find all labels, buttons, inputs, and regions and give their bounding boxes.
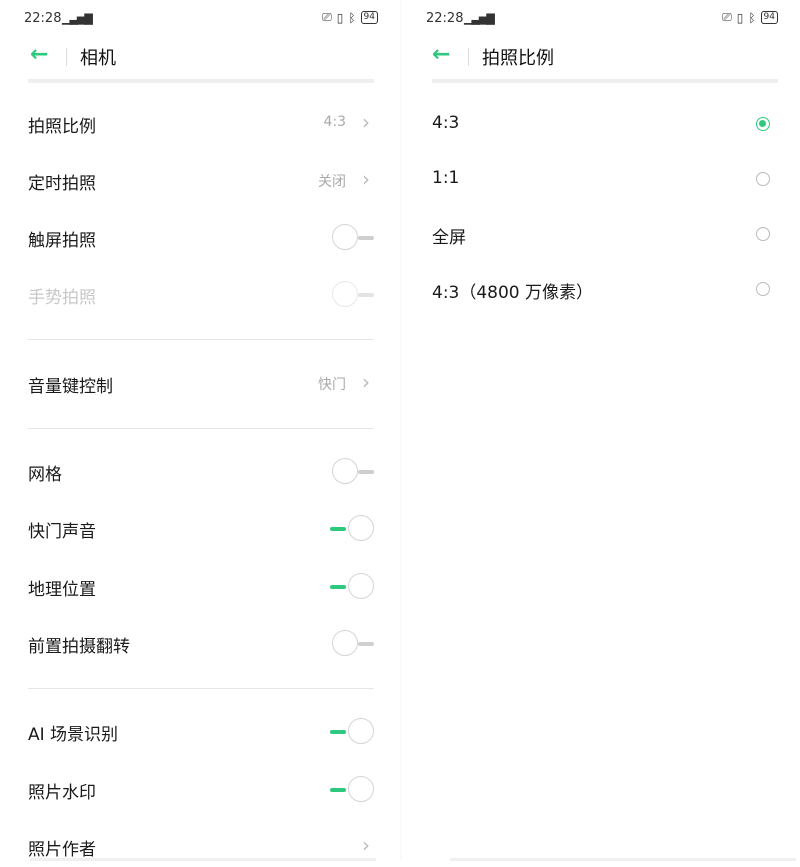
row-volume-key[interactable]: 音量键控制 快门 › (28, 364, 374, 404)
row-label: 触屏拍照 (28, 231, 96, 251)
radio-unselected[interactable] (756, 227, 770, 241)
row-front-mirror: 前置拍摄翻转 (28, 624, 374, 664)
option-label: 全屏 (432, 228, 466, 248)
row-label: 手势拍照 (28, 288, 96, 308)
location-toggle[interactable] (330, 573, 374, 601)
back-arrow-icon[interactable]: ← (432, 42, 450, 67)
page-title: 拍照比例 (482, 48, 554, 69)
row-author[interactable]: 照片作者 › (28, 827, 374, 867)
status-icons: ⎚ ▯ ᛒ 94 (322, 10, 378, 25)
section-divider (28, 339, 374, 340)
vibrate-icon: ▯ (736, 10, 744, 25)
row-timer[interactable]: 定时拍照 关闭 › (28, 161, 374, 201)
header-divider (66, 48, 67, 66)
row-label: 网格 (28, 465, 62, 485)
row-gesture-shoot: 手势拍照 (28, 275, 374, 315)
row-label: 照片水印 (28, 783, 96, 803)
front-mirror-toggle[interactable] (330, 630, 374, 658)
row-value: 4:3 (323, 114, 346, 130)
option-fullscreen[interactable]: 全屏 (432, 215, 778, 255)
row-label: 拍照比例 (28, 117, 96, 137)
status-time: 22:28 (24, 11, 62, 26)
status-time: 22:28 (426, 11, 464, 26)
row-photo-ratio[interactable]: 拍照比例 4:3 › (28, 104, 374, 144)
vibrate-icon: ▯ (336, 10, 344, 25)
cast-icon: ⎚ (322, 10, 332, 24)
option-label: 1:1 (432, 168, 460, 188)
status-bar: 22:28 ▁▃▅▇ ⎚ ▯ ᛒ 94 (0, 10, 400, 30)
row-shutter-sound: 快门声音 (28, 509, 374, 549)
section-divider (28, 688, 374, 689)
row-value: 快门 (318, 377, 346, 393)
section-divider (28, 428, 374, 429)
option-4-3[interactable]: 4:3 (432, 105, 778, 145)
row-label: 音量键控制 (28, 377, 113, 397)
battery-icon: 94 (360, 11, 378, 24)
chevron-right-icon: › (362, 167, 370, 191)
row-label: AI 场景识别 (28, 725, 119, 745)
grid-toggle[interactable] (330, 458, 374, 486)
signal-icon: ▁▃▅▇ (62, 12, 93, 25)
row-location: 地理位置 (28, 567, 374, 607)
option-label: 4:3 (432, 113, 460, 133)
row-label: 定时拍照 (28, 174, 96, 194)
row-ai-scene: AI 场景识别 (28, 712, 374, 752)
row-value: 关闭 (318, 174, 346, 190)
header-divider (468, 48, 469, 66)
status-bar: 22:28 ▁▃▅▇ ⎚ ▯ ᛒ 94 (402, 10, 800, 30)
row-touch-shoot: 触屏拍照 (28, 218, 374, 258)
row-label: 地理位置 (28, 580, 96, 600)
touch-shoot-toggle[interactable] (330, 224, 374, 252)
header-underline (432, 79, 778, 83)
ai-scene-toggle[interactable] (330, 718, 374, 746)
header: ← 相机 (0, 40, 400, 74)
option-4-3-48mp[interactable]: 4:3（4800 万像素） (432, 270, 778, 310)
chevron-right-icon: › (362, 370, 370, 394)
chevron-right-icon: › (362, 833, 370, 857)
status-icons: ⎚ ▯ ᛒ 94 (722, 10, 778, 25)
row-label: 照片作者 (28, 840, 96, 860)
option-1-1[interactable]: 1:1 (432, 160, 778, 200)
photo-ratio-panel: 22:28 ▁▃▅▇ ⎚ ▯ ᛒ 94 ← 拍照比例 4:3 1:1 全屏 4:… (402, 0, 800, 861)
gesture-shoot-toggle (330, 281, 374, 309)
row-watermark: 照片水印 (28, 770, 374, 810)
row-label: 前置拍摄翻转 (28, 637, 130, 657)
radio-unselected[interactable] (756, 282, 770, 296)
back-arrow-icon[interactable]: ← (30, 42, 48, 67)
watermark-toggle[interactable] (330, 776, 374, 804)
header-underline (28, 79, 374, 83)
battery-icon: 94 (760, 11, 778, 24)
option-label: 4:3（4800 万像素） (432, 283, 594, 303)
radio-unselected[interactable] (756, 172, 770, 186)
shutter-sound-toggle[interactable] (330, 515, 374, 543)
bluetooth-icon: ᛒ (748, 10, 756, 25)
page-title: 相机 (80, 48, 116, 69)
signal-icon: ▁▃▅▇ (464, 12, 495, 25)
row-label: 快门声音 (28, 522, 96, 542)
chevron-right-icon: › (362, 110, 370, 134)
cast-icon: ⎚ (722, 10, 732, 24)
camera-settings-panel: 22:28 ▁▃▅▇ ⎚ ▯ ᛒ 94 ← 相机 拍照比例 4:3 › 定时拍照… (0, 0, 400, 861)
radio-selected[interactable] (756, 117, 770, 131)
bluetooth-icon: ᛒ (348, 10, 356, 25)
header: ← 拍照比例 (402, 40, 800, 74)
row-grid: 网格 (28, 452, 374, 492)
